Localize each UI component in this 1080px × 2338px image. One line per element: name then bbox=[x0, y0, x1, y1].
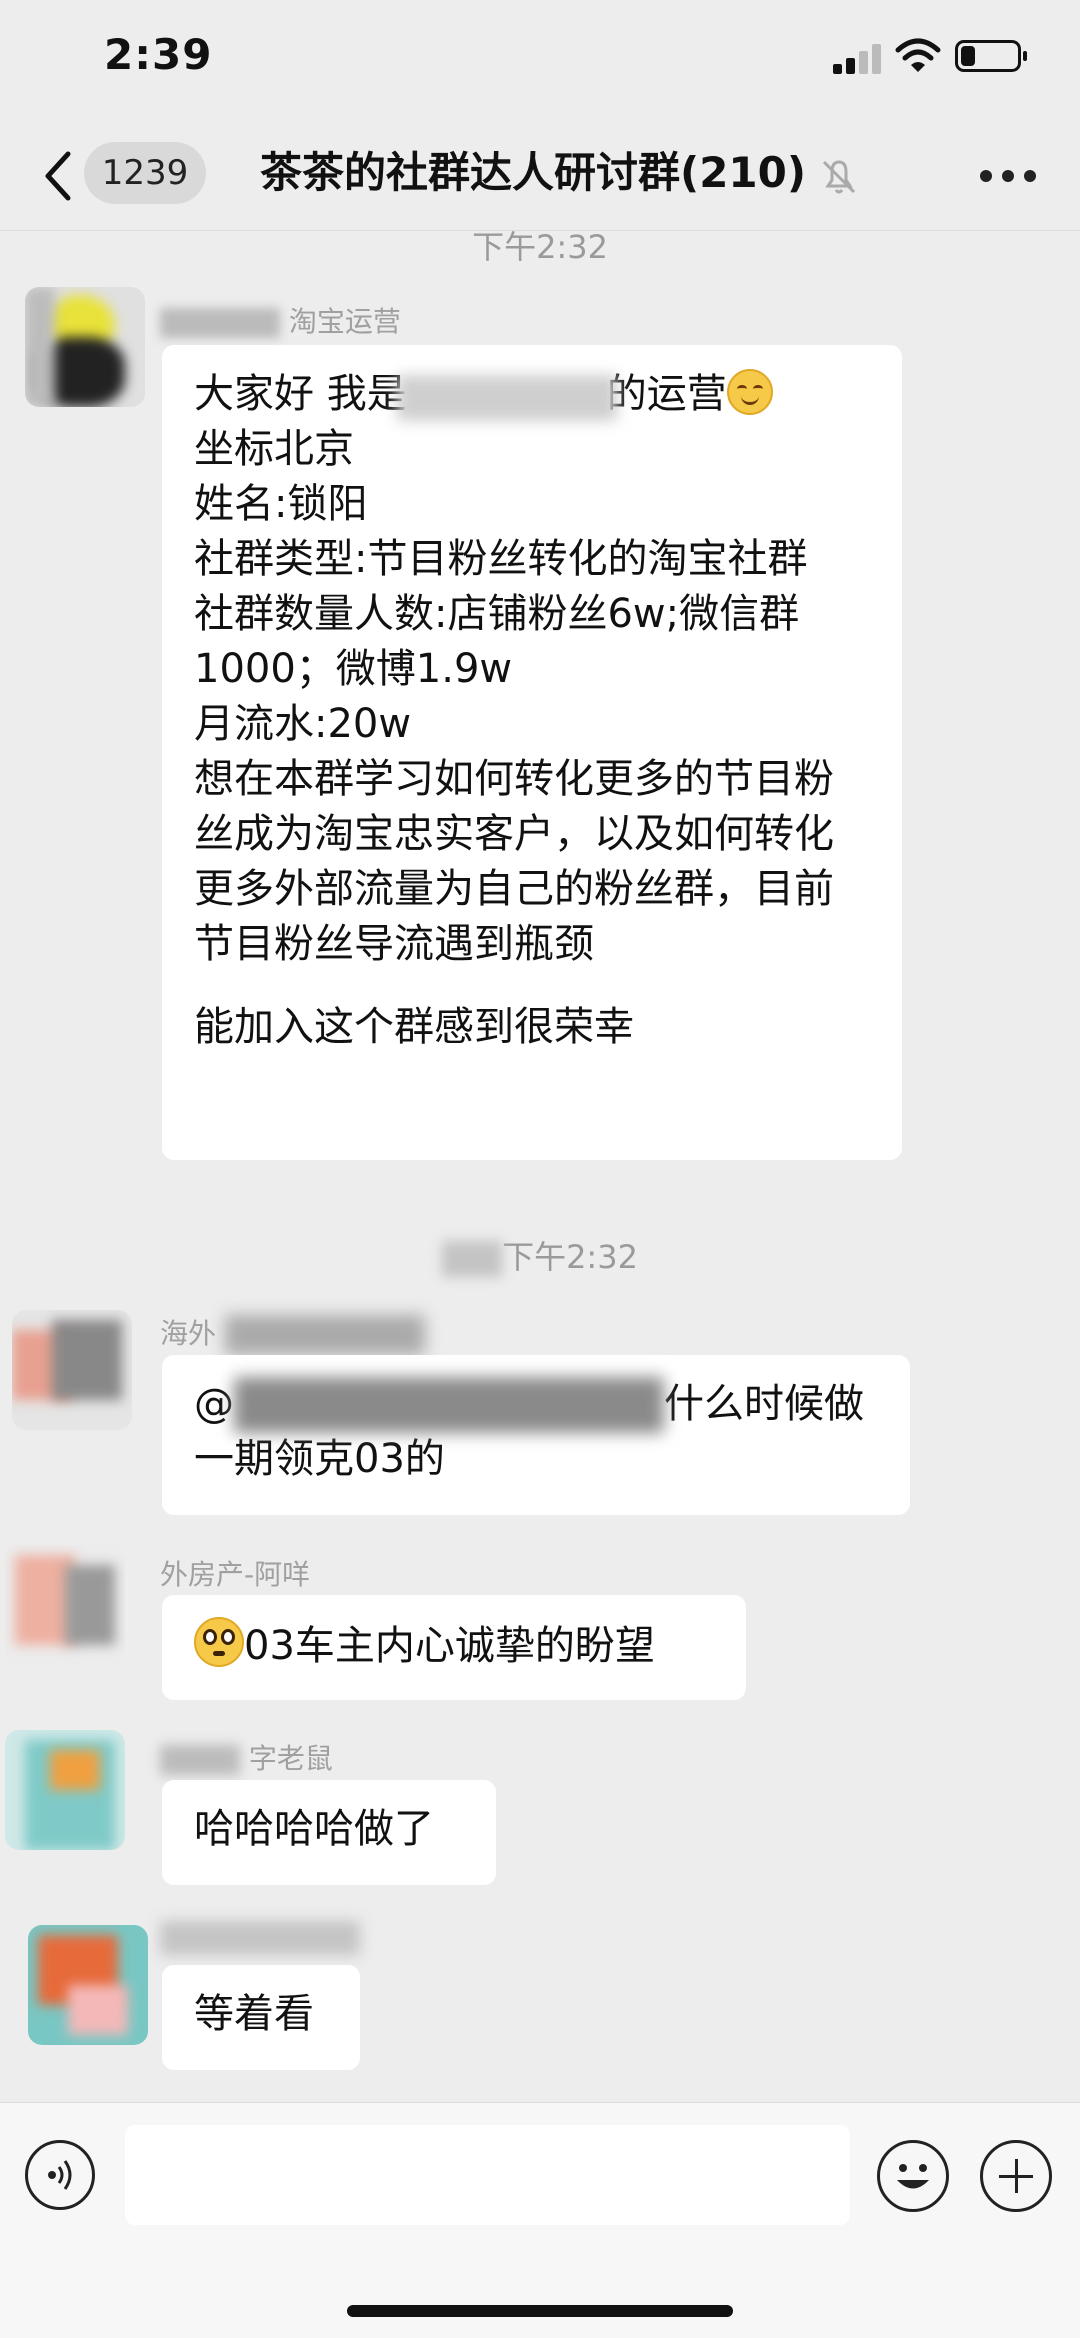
chat-header: 1239 茶茶的社群达人研讨群(210) bbox=[0, 120, 1080, 231]
message-line: 姓名:锁阳 bbox=[194, 481, 368, 527]
signal-icon bbox=[833, 42, 881, 74]
voice-icon[interactable] bbox=[25, 2140, 95, 2210]
message-line: 月流水:20w bbox=[194, 701, 412, 747]
status-bar: 2:39 bbox=[0, 0, 1080, 120]
smiling-face-icon bbox=[726, 369, 773, 415]
message-text: 03车主内心诚挚的盼望 bbox=[194, 1617, 714, 1674]
message-input[interactable] bbox=[125, 2125, 850, 2225]
plus-icon[interactable] bbox=[980, 2140, 1052, 2212]
sender-name bbox=[160, 1920, 360, 1955]
input-bar bbox=[0, 2102, 1080, 2338]
sender-name: 字老鼠 bbox=[160, 1737, 333, 1777]
emoji-icon[interactable] bbox=[877, 2140, 949, 2212]
message-line: 社群类型:节目粉丝转化的淘宝社群 bbox=[194, 536, 808, 582]
message-bubble[interactable]: 哈哈哈哈做了 bbox=[162, 1780, 496, 1885]
avatar[interactable] bbox=[5, 1730, 125, 1850]
timestamp: 下午2:32 bbox=[0, 1232, 1080, 1278]
message-text: 等着看 bbox=[194, 1991, 314, 2037]
message-bubble[interactable]: @ 什么时候做一期领克03的 bbox=[162, 1355, 910, 1515]
avatar[interactable] bbox=[28, 1925, 148, 2045]
flushed-face-icon bbox=[194, 1617, 244, 1667]
battery-icon bbox=[955, 40, 1027, 72]
message-bubble[interactable]: 等着看 bbox=[162, 1965, 360, 2070]
chevron-left-icon[interactable] bbox=[38, 146, 78, 206]
avatar[interactable] bbox=[5, 1545, 125, 1665]
timestamp: 下午2:32 bbox=[472, 228, 608, 266]
message-line: 能加入这个群感到很荣幸 bbox=[194, 1004, 634, 1050]
message-text: @ 什么时候做一期领克03的 bbox=[194, 1377, 878, 1487]
message-bubble[interactable]: 03车主内心诚挚的盼望 bbox=[162, 1595, 746, 1700]
wifi-icon bbox=[895, 38, 941, 72]
sender-name: 海外 bbox=[160, 1312, 425, 1355]
message-bubble[interactable]: 大家好 我是 的运营 坐标北京 姓名:锁阳 社群类型:节目粉丝转化的淘宝社群 社群… bbox=[162, 345, 902, 1160]
chat-title: 茶茶的社群达人研讨群(210) bbox=[260, 148, 807, 197]
message-line: 大家好 我是 的运营 bbox=[194, 367, 870, 422]
home-indicator[interactable] bbox=[347, 2305, 733, 2317]
avatar[interactable] bbox=[25, 287, 145, 407]
sender-name: 淘宝运营 bbox=[160, 300, 401, 340]
status-time: 2:39 bbox=[104, 30, 213, 79]
avatar[interactable] bbox=[12, 1310, 132, 1430]
message-text: 哈哈哈哈做了 bbox=[194, 1806, 434, 1852]
more-dots-icon[interactable] bbox=[980, 170, 1036, 184]
bell-off-icon bbox=[822, 160, 856, 194]
message-line: 想在本群学习如何转化更多的节目粉丝成为淘宝忠实客户，以及如何转化更多外部流量为自… bbox=[194, 756, 834, 967]
sender-name: 外房产-阿咩 bbox=[160, 1558, 311, 1591]
message-line: 坐标北京 bbox=[194, 426, 354, 472]
unread-count-badge[interactable]: 1239 bbox=[84, 142, 206, 204]
message-line: 社群数量人数:店铺粉丝6w;微信群1000；微博1.9w bbox=[194, 591, 800, 692]
